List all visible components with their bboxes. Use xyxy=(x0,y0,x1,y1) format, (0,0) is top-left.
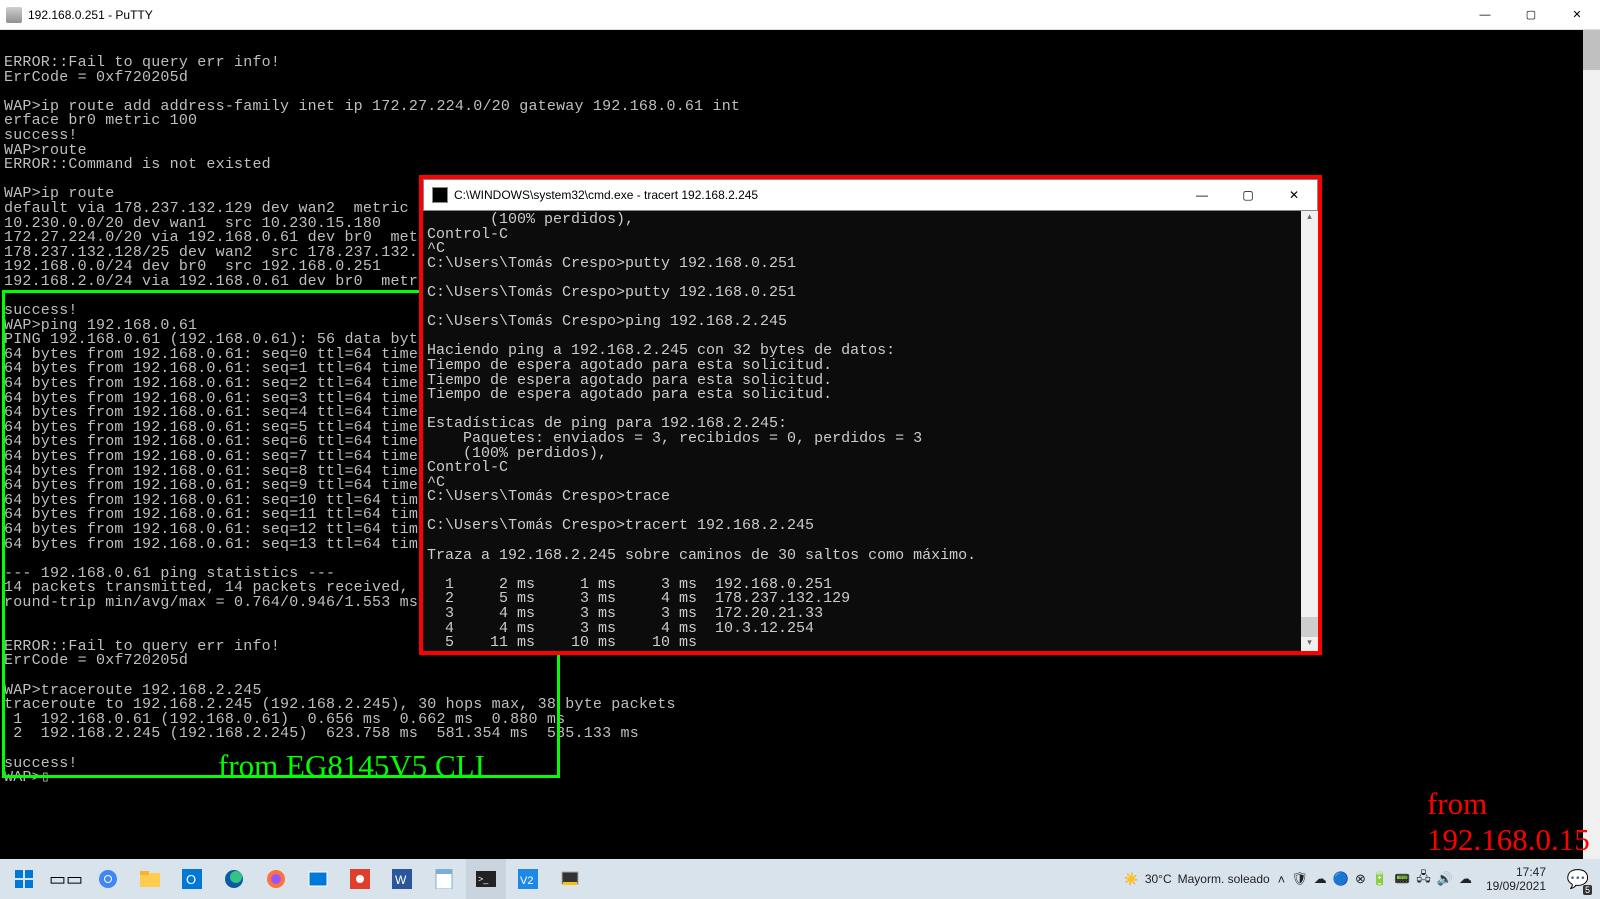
svg-text:W: W xyxy=(395,873,407,887)
green-annotation: from EG8145V5 CLI xyxy=(218,748,485,784)
weather-desc: Mayorm. soleado xyxy=(1178,872,1270,886)
red-annotation: from 192.168.0.15 xyxy=(1427,786,1590,858)
putty-titlebar: 192.168.0.251 - PuTTY — ▢ ✕ xyxy=(0,0,1600,30)
close-button[interactable]: ✕ xyxy=(1554,0,1600,30)
explorer-icon[interactable] xyxy=(130,859,170,899)
system-tray[interactable]: ˄ 🛡 ☁ 🔵 ⊗ 🔋 📟 🖧 🔊 ☁ xyxy=(1278,868,1472,890)
taskbar[interactable]: ▭▭ O W >_ V2 ☀️ 30°C Mayorm. soleado ˄ 🛡… xyxy=(0,859,1600,899)
notification-icon[interactable]: 💬5 xyxy=(1560,859,1596,899)
tray-icon[interactable]: 🔵 xyxy=(1333,871,1349,887)
svg-text:>_: >_ xyxy=(478,874,489,884)
maximize-button[interactable]: ▢ xyxy=(1508,0,1554,30)
tray-icon[interactable]: 🛡 xyxy=(1291,871,1308,887)
date: 19/09/2021 xyxy=(1486,879,1546,893)
scroll-thumb[interactable] xyxy=(1583,30,1600,70)
cmd-icon xyxy=(432,187,448,203)
cmd-output: (100% perdidos), Control-C ^C C:\Users\T… xyxy=(423,211,1318,653)
firefox-icon[interactable] xyxy=(256,859,296,899)
vnc-icon[interactable]: V2 xyxy=(508,859,548,899)
network-icon[interactable]: 🖧 xyxy=(1416,868,1431,890)
scroll-up-arrow[interactable]: ▴ xyxy=(1301,211,1318,225)
terminal-icon[interactable]: >_ xyxy=(466,859,506,899)
volume-icon[interactable]: 🔊 xyxy=(1437,871,1453,887)
svg-text:V2: V2 xyxy=(520,875,533,887)
tray-icon[interactable]: ⊗ xyxy=(1355,871,1366,887)
clock[interactable]: 17:47 19/09/2021 xyxy=(1480,865,1552,893)
cmd-window[interactable]: C:\WINDOWS\system32\cmd.exe - tracert 19… xyxy=(419,175,1322,655)
cmd-titlebar: C:\WINDOWS\system32\cmd.exe - tracert 19… xyxy=(423,179,1318,211)
tray-icon[interactable]: 🔋 xyxy=(1372,871,1388,887)
outlook-icon[interactable]: O xyxy=(172,859,212,899)
time: 17:47 xyxy=(1516,865,1546,879)
weather-widget[interactable]: ☀️ 30°C Mayorm. soleado xyxy=(1124,872,1270,886)
tray-icon[interactable]: ☁ xyxy=(1314,871,1327,887)
scroll-down-arrow[interactable]: ▾ xyxy=(1301,637,1318,651)
cmd-minimize-button[interactable]: — xyxy=(1179,181,1225,210)
weather-temp: 30°C xyxy=(1145,872,1172,886)
app-icon-1[interactable] xyxy=(298,859,338,899)
minimize-button[interactable]: — xyxy=(1462,0,1508,30)
sun-icon: ☀️ xyxy=(1124,872,1139,886)
edge-icon[interactable] xyxy=(214,859,254,899)
chevron-up-icon[interactable]: ˄ xyxy=(1278,872,1286,887)
cmd-body[interactable]: (100% perdidos), Control-C ^C C:\Users\T… xyxy=(423,211,1318,651)
cmd-close-button[interactable]: ✕ xyxy=(1271,181,1317,210)
notepad-icon[interactable] xyxy=(424,859,464,899)
putty-task-icon[interactable] xyxy=(550,859,590,899)
cmd-scroll-thumb[interactable] xyxy=(1301,617,1318,637)
app-icon-2[interactable] xyxy=(340,859,380,899)
putty-title: 192.168.0.251 - PuTTY xyxy=(28,8,153,22)
cmd-title: C:\WINDOWS\system32\cmd.exe - tracert 19… xyxy=(454,188,758,202)
cmd-scrollbar[interactable]: ▴ ▾ xyxy=(1301,211,1318,651)
start-button[interactable] xyxy=(4,859,44,899)
putty-terminal[interactable]: ERROR::Fail to query err info! ErrCode =… xyxy=(0,30,1600,869)
task-view-icon[interactable]: ▭▭ xyxy=(46,859,86,899)
putty-icon xyxy=(6,7,22,23)
cmd-maximize-button[interactable]: ▢ xyxy=(1225,181,1271,210)
word-icon[interactable]: W xyxy=(382,859,422,899)
scrollbar[interactable] xyxy=(1583,30,1600,869)
svg-text:O: O xyxy=(186,872,196,887)
chrome-icon[interactable] xyxy=(88,859,128,899)
tray-icon[interactable]: 📟 xyxy=(1394,871,1410,887)
onedrive-icon[interactable]: ☁ xyxy=(1459,871,1472,887)
